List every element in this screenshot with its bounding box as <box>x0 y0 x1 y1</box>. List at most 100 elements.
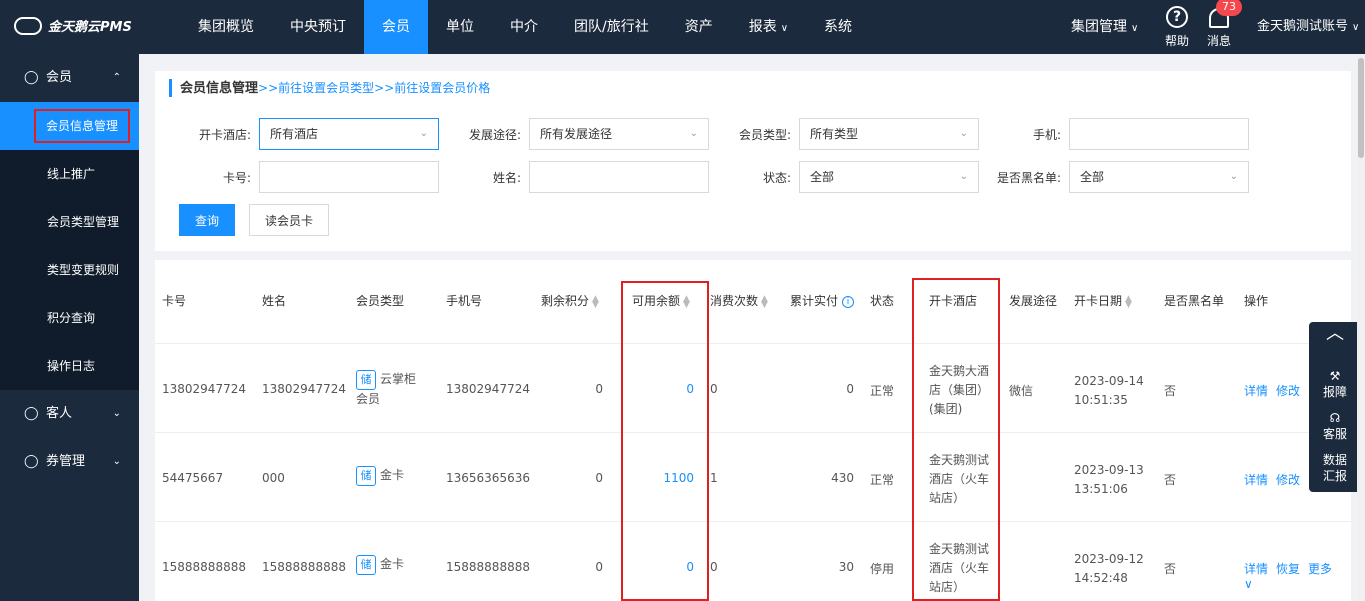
message-count-badge: 73 <box>1216 0 1242 16</box>
scrollbar-thumb[interactable] <box>1358 58 1364 158</box>
channel-select[interactable]: 所有发展途径 ⌄ <box>529 118 709 150</box>
cell-date: 2023-09-12 14:52:48 <box>1074 550 1144 588</box>
query-button[interactable]: 查询 <box>179 204 235 236</box>
chevron-down-icon: ∨ <box>1131 23 1139 34</box>
account-menu[interactable]: 金天鹅测试账号 ∨ <box>1257 0 1359 54</box>
cell-phone: 13802947724 <box>446 382 530 396</box>
chevron-up-icon: ⌃ <box>112 72 121 83</box>
wrench-icon: ⚒ <box>1329 369 1341 383</box>
data-report-line1: 数据 <box>1322 453 1347 467</box>
edit-link[interactable]: 修改 <box>1276 384 1300 398</box>
cell-points: 0 <box>595 560 603 574</box>
group-mgmt-label: 集团管理 <box>1071 19 1127 35</box>
read-card-button[interactable]: 读会员卡 <box>249 204 329 236</box>
nav-item-unit[interactable]: 单位 <box>428 0 492 54</box>
sidebar-item-member-info[interactable]: 会员信息管理 <box>0 102 139 150</box>
cell-name: 000 <box>262 471 285 485</box>
page-title: 会员信息管理 <box>180 81 259 96</box>
chevron-up-icon: ︿ <box>1326 323 1344 344</box>
sidebar-item-online-promo[interactable]: 线上推广 <box>0 150 139 198</box>
name-input[interactable] <box>529 161 709 193</box>
cell-type-line1: 云掌柜 <box>380 372 417 386</box>
nav-item-team-travel[interactable]: 团队/旅行社 <box>556 0 667 54</box>
page-scrollbar[interactable] <box>1357 54 1365 601</box>
sidebar-group-label: 券管理 <box>46 454 86 469</box>
nav-item-system[interactable]: 系统 <box>806 0 870 54</box>
sidebar-item-log[interactable]: 操作日志 <box>0 342 139 390</box>
link-member-price-settings[interactable]: >>前往设置会员价格 <box>374 81 490 95</box>
col-header-points[interactable]: 剩余积分 ▲ ▼ <box>541 260 599 343</box>
table-row: 15888888888 15888888888 储金卡 15888888888 … <box>155 521 1351 601</box>
help-button[interactable]: ? 帮助 <box>1162 6 1192 49</box>
customer-service-label: 客服 <box>1322 427 1347 441</box>
cell-actions: 详情 修改 <box>1244 471 1308 488</box>
logo[interactable]: 金天鹅云PMS <box>14 16 132 35</box>
nav-item-assets[interactable]: 资产 <box>667 0 731 54</box>
sidebar-item-points[interactable]: 积分查询 <box>0 294 139 342</box>
detail-link[interactable]: 详情 <box>1244 473 1268 487</box>
data-report-button[interactable]: 数据 汇报 <box>1309 448 1361 490</box>
sidebar-item-member-type[interactable]: 会员类型管理 <box>0 198 139 246</box>
sidebar-group-label: 会员 <box>46 70 73 85</box>
blacklist-select[interactable]: 全部 ⌄ <box>1069 161 1249 193</box>
sidebar-group-member[interactable]: ◯ 会员 ⌃ <box>0 54 139 102</box>
nav-item-group-overview[interactable]: 集团概览 <box>180 0 272 54</box>
status-select[interactable]: 全部 ⌄ <box>799 161 979 193</box>
cell-card: 13802947724 <box>162 382 246 396</box>
sort-icon[interactable]: ▲ ▼ <box>1125 294 1132 309</box>
sort-icon[interactable]: ▲ ▼ <box>592 294 599 309</box>
nav-item-reports[interactable]: 报表 ∨ <box>731 0 806 54</box>
sidebar-item-label: 会员信息管理 <box>34 109 131 143</box>
cell-visits: 0 <box>710 382 718 396</box>
cell-date-time: 14:52:48 <box>1074 571 1128 585</box>
hotel-select[interactable]: 所有酒店 ⌄ <box>259 118 439 150</box>
customer-service-button[interactable]: ☊ 客服 <box>1309 406 1361 448</box>
messages-button[interactable]: 73 消息 <box>1204 0 1242 49</box>
cell-date-day: 2023-09-13 <box>1074 463 1144 477</box>
account-label: 金天鹅测试账号 <box>1257 19 1349 34</box>
cell-phone: 15888888888 <box>446 560 530 574</box>
col-header-status: 状态 <box>870 294 895 308</box>
channel-select-value: 所有发展途径 <box>540 127 613 141</box>
cell-card: 15888888888 <box>162 560 246 574</box>
restore-link[interactable]: 恢复 <box>1276 562 1300 576</box>
col-header-visits[interactable]: 消费次数 ▲ ▼ <box>710 260 768 343</box>
sidebar-group-label: 客人 <box>46 406 73 421</box>
sidebar-item-type-rules[interactable]: 类型变更规则 <box>0 246 139 294</box>
logo-icon <box>14 16 42 35</box>
card-input[interactable] <box>259 161 439 193</box>
col-header-visits-label: 消费次数 <box>710 294 759 308</box>
info-icon[interactable]: i <box>842 295 855 308</box>
group-mgmt-menu[interactable]: 集团管理 ∨ <box>1071 0 1138 54</box>
nav-item-central-booking[interactable]: 中央预订 <box>272 0 364 54</box>
cell-status: 停用 <box>870 562 895 576</box>
sort-icon[interactable]: ▲ ▼ <box>761 294 768 309</box>
nav-item-member[interactable]: 会员 <box>364 0 428 54</box>
main-content: 会员信息管理>>前往设置会员类型>>前往设置会员价格 开卡酒店: 所有酒店 ⌄ 发… <box>139 54 1365 601</box>
type-select[interactable]: 所有类型 ⌄ <box>799 118 979 150</box>
nav-item-agent[interactable]: 中介 <box>492 0 556 54</box>
col-header-date[interactable]: 开卡日期 ▲ ▼ <box>1074 260 1132 343</box>
detail-link[interactable]: 详情 <box>1244 562 1268 576</box>
detail-link[interactable]: 详情 <box>1244 384 1268 398</box>
scroll-top-button[interactable]: ︿ <box>1309 322 1361 364</box>
sidebar-group-guest[interactable]: ◯ 客人 ⌄ <box>0 390 139 438</box>
stored-value-badge: 储 <box>356 370 376 390</box>
cell-paid: 30 <box>838 560 854 574</box>
phone-input[interactable] <box>1069 118 1249 150</box>
user-icon: ◯ <box>24 454 39 469</box>
type-select-value: 所有类型 <box>810 127 859 141</box>
hotel-label: 开卡酒店: <box>198 128 251 142</box>
col-header-paid-label: 累计实付 <box>790 294 839 308</box>
link-member-type-settings[interactable]: >>前往设置会员类型 <box>258 81 374 95</box>
cell-blacklist: 否 <box>1164 473 1177 487</box>
report-issue-button[interactable]: ⚒ 报障 <box>1309 364 1361 406</box>
cell-paid: 0 <box>846 382 854 396</box>
edit-link[interactable]: 修改 <box>1276 473 1300 487</box>
sidebar-group-coupon[interactable]: ◯ 券管理 ⌄ <box>0 438 139 486</box>
stored-value-badge: 储 <box>356 466 376 486</box>
chevron-down-icon: ⌄ <box>112 408 121 419</box>
cell-status: 正常 <box>870 384 895 398</box>
cell-type: 储金卡 <box>356 555 404 575</box>
help-icon: ? <box>1166 6 1188 28</box>
